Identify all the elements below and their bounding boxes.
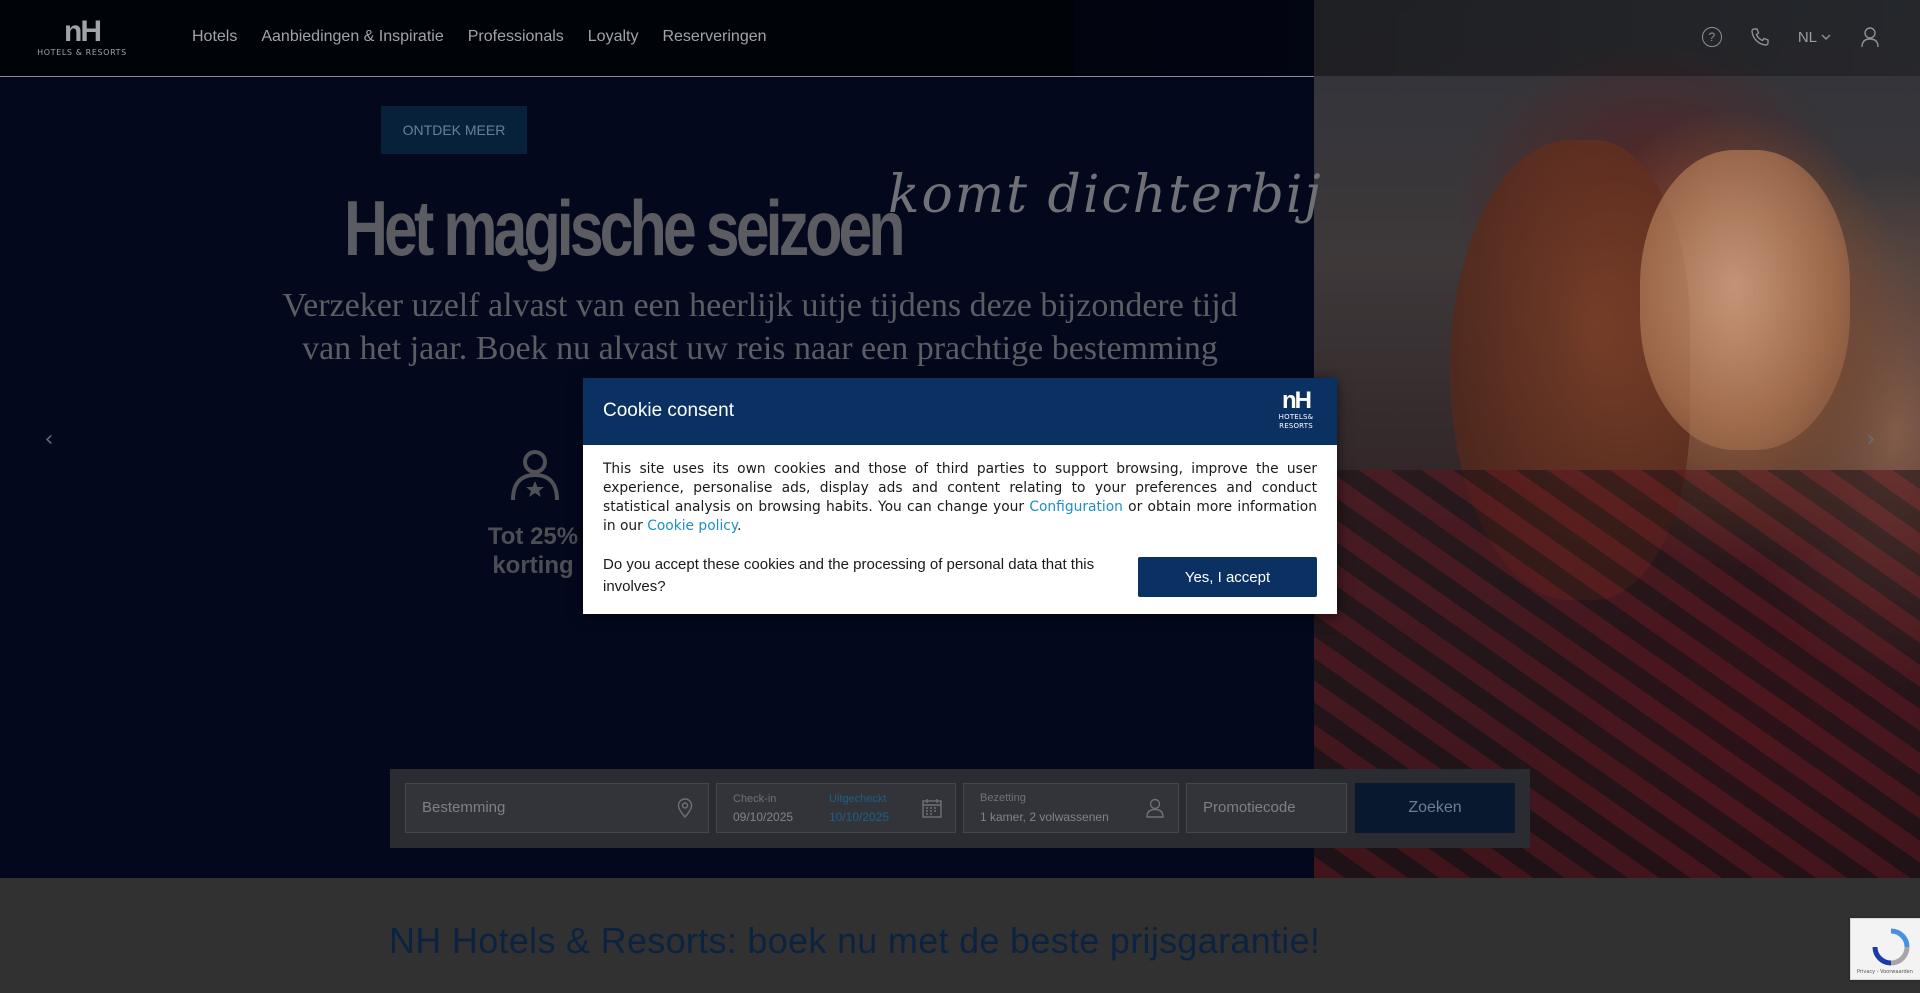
account-button[interactable] <box>1860 26 1880 48</box>
site-header: nH HOTELS & RESORTS Hotels Aanbiedingen … <box>0 0 1920 76</box>
person-icon <box>1146 798 1164 818</box>
language-selector[interactable]: NL <box>1798 26 1832 48</box>
recaptcha-label[interactable]: Privacy - Voorwaarden <box>1857 969 1913 975</box>
cookie-dialog-header: Cookie consent nH HOTELS& RESORTS <box>583 378 1337 445</box>
dialog-logo-mark: nH <box>1282 387 1312 414</box>
hero-subtitle: Verzeker uzelf alvast van een heerlijk u… <box>282 287 1238 367</box>
cookie-body-text-3: . <box>737 518 742 534</box>
nav-loyalty[interactable]: Loyalty <box>588 28 639 46</box>
benefit-discount: Tot 25% korting <box>487 523 579 579</box>
dialog-logo-sub-1: HOTELS& <box>1278 413 1314 421</box>
chevron-down-icon <box>1821 34 1831 40</box>
main-nav: Hotels Aanbiedingen & Inspiratie Profess… <box>192 28 767 46</box>
help-button[interactable]: ? <box>1701 26 1722 48</box>
ontdek-meer-button[interactable]: ONTDEK MEER <box>381 106 527 154</box>
search-button[interactable]: Zoeken <box>1355 783 1515 833</box>
hero-photo-face <box>1640 150 1850 450</box>
user-icon <box>1861 27 1879 48</box>
loyalty-member-icon <box>511 450 559 501</box>
phone-button[interactable] <box>1750 26 1770 48</box>
checkout-label: Uitgecheckt <box>829 793 887 805</box>
recaptcha-badge[interactable]: Privacy - Voorwaarden <box>1850 918 1920 980</box>
cookie-policy-link[interactable]: Cookie policy <box>647 518 737 534</box>
cookie-dialog-logo: nH HOTELS& RESORTS <box>1275 387 1317 431</box>
recaptcha-icon <box>1872 928 1910 966</box>
help-icon: ? <box>1701 27 1722 47</box>
phone-icon <box>1751 28 1769 46</box>
cookie-question: Do you accept these cookies and the proc… <box>603 556 1095 595</box>
header-divider <box>0 76 1314 77</box>
hero-headline-script: komt dichterbij <box>888 165 1323 225</box>
destination-input[interactable]: Bestemming <box>405 783 709 833</box>
logo-subtitle: HOTELS & RESORTS <box>37 48 127 57</box>
carousel-prev-button[interactable]: ‹ <box>34 424 64 454</box>
nav-reserveringen[interactable]: Reserveringen <box>662 28 766 46</box>
checkin-value: 09/10/2025 <box>733 810 794 824</box>
occupancy-selector[interactable]: Bezetting 1 kamer, 2 volwassenen <box>963 783 1179 833</box>
nav-hotels[interactable]: Hotels <box>192 28 237 46</box>
promo-code-placeholder: Promotiecode <box>1203 799 1296 816</box>
booking-search-bar: Bestemming Check-in 09/10/2025 Uitgechec… <box>390 769 1530 848</box>
dialog-logo-sub-2: RESORTS <box>1279 422 1313 430</box>
carousel-next-button[interactable]: › <box>1856 424 1886 454</box>
destination-placeholder: Bestemming <box>422 799 506 816</box>
checkout-value: 10/10/2025 <box>829 810 890 824</box>
logo-mark: nH <box>64 15 102 48</box>
nav-aanbiedingen[interactable]: Aanbiedingen & Inspiratie <box>261 28 443 46</box>
page-title: NH Hotels & Resorts: boek nu met de best… <box>389 920 1321 961</box>
location-pin-icon <box>677 798 693 819</box>
hero-headline: Het magische seizoen <box>344 184 906 272</box>
language-label: NL <box>1797 28 1817 46</box>
cookie-consent-dialog: Cookie consent nH HOTELS& RESORTS This s… <box>583 378 1337 614</box>
cookie-dialog-body: This site uses its own cookies and those… <box>603 460 1317 536</box>
accept-cookies-button[interactable]: Yes, I accept <box>1138 557 1317 597</box>
nav-professionals[interactable]: Professionals <box>468 28 564 46</box>
occupancy-label: Bezetting <box>980 792 1026 804</box>
occupancy-value: 1 kamer, 2 volwassenen <box>980 810 1109 824</box>
date-range-picker[interactable]: Check-in 09/10/2025 Uitgecheckt 10/10/20… <box>716 783 956 833</box>
header-tools: ? NL <box>1701 26 1880 48</box>
checkin-label: Check-in <box>733 793 777 805</box>
chevron-right-icon: › <box>1866 426 1876 452</box>
configuration-link[interactable]: Configuration <box>1029 499 1123 515</box>
nh-logo[interactable]: nH HOTELS & RESORTS <box>30 15 134 58</box>
chevron-left-icon: ‹ <box>44 426 54 452</box>
promo-code-input[interactable]: Promotiecode <box>1186 783 1347 833</box>
cookie-dialog-title: Cookie consent <box>603 400 734 421</box>
calendar-icon <box>922 799 942 818</box>
